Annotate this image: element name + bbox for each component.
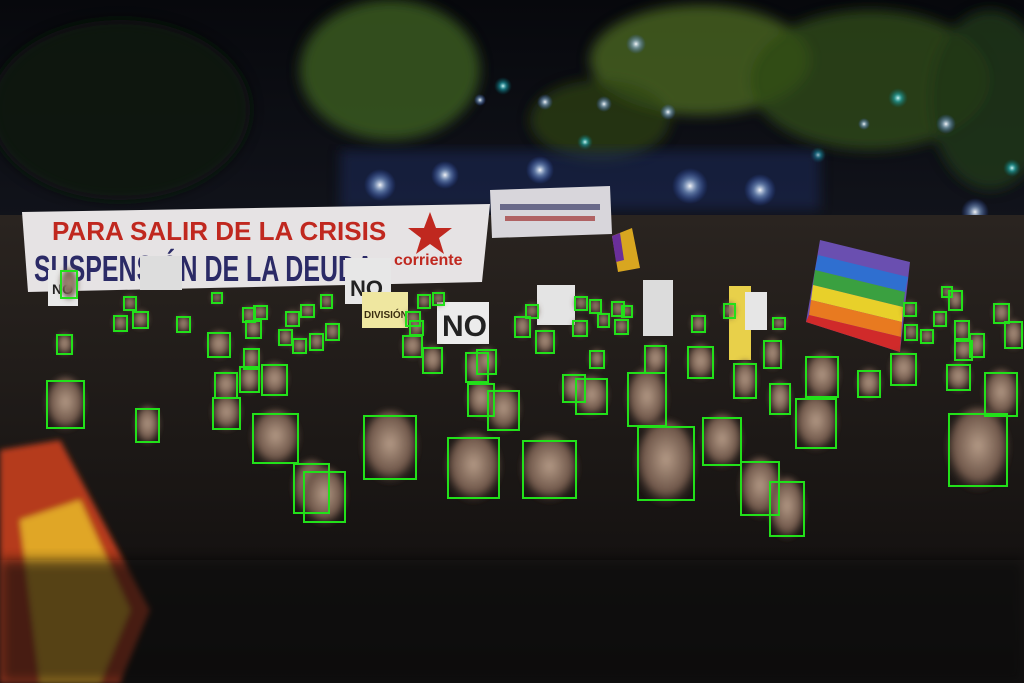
face [574, 295, 588, 312]
sign-no-right: NO [442, 310, 487, 343]
face [597, 312, 610, 329]
face [643, 343, 668, 376]
face [723, 302, 736, 320]
face [763, 338, 782, 371]
face [250, 409, 301, 468]
face [561, 372, 587, 405]
face [213, 370, 239, 401]
face [301, 467, 348, 527]
face [945, 362, 972, 393]
protest-banner: PARA SALIR DE LA CRISIS SUSPENSIÓN DE LA… [22, 204, 490, 292]
face [206, 330, 232, 360]
face [176, 315, 191, 334]
face [903, 301, 917, 318]
banner-line2: SUSPENSIÓN DE LA DEUDA [34, 247, 374, 289]
face [466, 380, 496, 420]
face [983, 368, 1019, 421]
face [701, 413, 743, 470]
banner-line1: PARA SALIR DE LA CRISIS [52, 216, 386, 246]
face [260, 362, 289, 398]
face [614, 318, 629, 336]
face [309, 332, 324, 352]
face [325, 322, 340, 342]
face [626, 367, 668, 432]
face [920, 328, 934, 345]
face [804, 353, 840, 401]
face [361, 409, 419, 486]
face [769, 381, 791, 417]
face [422, 345, 443, 376]
face [768, 476, 806, 542]
face [933, 310, 947, 328]
face [794, 394, 838, 453]
sign-division: DIVISIÓN [364, 308, 408, 321]
face [402, 333, 423, 360]
face [278, 328, 293, 347]
face [292, 337, 307, 355]
face [948, 289, 963, 312]
face [285, 310, 300, 328]
face [60, 268, 78, 301]
face [320, 293, 333, 310]
face [732, 360, 758, 402]
face [123, 295, 137, 312]
face [954, 319, 970, 341]
face [476, 347, 497, 377]
face [691, 314, 706, 334]
face [535, 328, 555, 356]
face [132, 310, 149, 330]
face [56, 333, 73, 356]
face [445, 432, 502, 504]
face [520, 435, 579, 504]
face [1004, 319, 1023, 351]
face [417, 293, 431, 310]
crowd-photo: PARA SALIR DE LA CRISIS SUSPENSIÓN DE LA… [0, 0, 1024, 683]
foreground-shadow [0, 560, 1024, 683]
face [45, 376, 86, 433]
face [889, 350, 918, 389]
face [134, 405, 161, 446]
banner-logo: corriente [394, 252, 463, 269]
face [589, 349, 605, 370]
photo-canvas: PARA SALIR DE LA CRISIS SUSPENSIÓN DE LA… [0, 0, 1024, 683]
face [635, 419, 697, 508]
face [409, 319, 424, 337]
face [589, 298, 602, 315]
face [904, 323, 918, 342]
face [686, 343, 715, 382]
face [572, 319, 588, 338]
face [113, 314, 128, 333]
face [856, 368, 882, 400]
secondary-banner [490, 186, 612, 238]
